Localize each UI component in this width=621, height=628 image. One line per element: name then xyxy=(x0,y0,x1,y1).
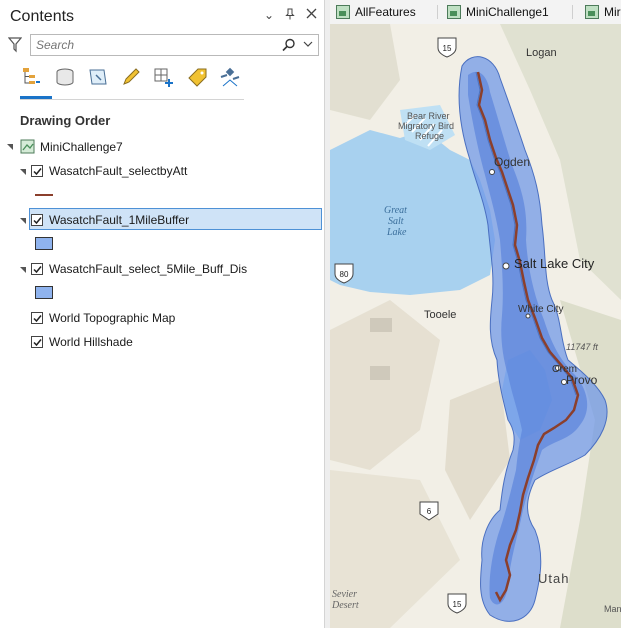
layer-visibility-checkbox[interactable] xyxy=(31,312,43,324)
layer-name[interactable]: WasatchFault_select_5Mile_Buff_Dis xyxy=(49,262,247,276)
toolbar-divider xyxy=(20,99,244,100)
layer-name[interactable]: WasatchFault_selectbyAtt xyxy=(49,164,187,178)
close-icon[interactable] xyxy=(304,8,318,22)
collapse-layer-triangle-icon[interactable] xyxy=(20,169,26,175)
label-provo: Provo xyxy=(566,373,598,387)
list-by-labeling-icon[interactable] xyxy=(185,64,209,90)
label-refuge: Refuge xyxy=(415,131,444,141)
layer-visibility-checkbox[interactable] xyxy=(31,263,43,275)
line-symbol-swatch[interactable] xyxy=(35,194,53,196)
search-box[interactable] xyxy=(30,34,319,56)
tab-truncated[interactable]: Mir xyxy=(585,0,621,24)
collapse-layer-triangle-icon[interactable] xyxy=(20,218,26,224)
label-logan: Logan xyxy=(526,47,557,59)
list-by-source-icon[interactable] xyxy=(53,64,77,90)
label-sevier: Sevier xyxy=(332,589,357,600)
map-canvas[interactable]: 15 80 6 15 Logan Bear River Migratory Bi… xyxy=(330,24,621,628)
contents-toolbar xyxy=(20,64,242,90)
label-man: Man xyxy=(604,604,621,614)
layer-visibility-checkbox[interactable] xyxy=(31,165,43,177)
polygon-symbol-swatch[interactable] xyxy=(35,237,53,250)
label-elevation: 11747 ft xyxy=(566,342,598,352)
collapse-layer-triangle-icon[interactable] xyxy=(20,267,26,273)
label-utah: Utah xyxy=(538,571,569,586)
drawing-order-heading: Drawing Order xyxy=(20,113,111,128)
label-great: Great xyxy=(384,205,407,216)
search-icon[interactable] xyxy=(282,38,296,55)
urban-area xyxy=(370,366,390,380)
list-by-perspective-imagery-icon[interactable] xyxy=(218,64,242,90)
svg-text:6: 6 xyxy=(427,507,432,516)
search-input[interactable] xyxy=(36,37,271,53)
list-by-selection-icon[interactable] xyxy=(86,64,110,90)
map-name[interactable]: MiniChallenge7 xyxy=(40,140,123,154)
label-salt: Salt xyxy=(388,216,404,227)
tab-label: Mir xyxy=(604,5,621,19)
search-options-chevron-icon[interactable] xyxy=(302,38,314,53)
tab-minichallenge1[interactable]: MiniChallenge1 xyxy=(447,0,549,24)
list-by-editing-icon[interactable] xyxy=(119,64,143,90)
label-desert: Desert xyxy=(331,600,359,611)
options-chevron-icon[interactable]: ⌄ xyxy=(262,8,276,22)
tab-separator xyxy=(437,5,438,19)
map-icon xyxy=(336,5,350,19)
filter-icon[interactable] xyxy=(7,37,23,56)
layer-visibility-checkbox[interactable] xyxy=(31,214,43,226)
collapse-map-triangle-icon[interactable] xyxy=(7,144,13,150)
layer-name[interactable]: WasatchFault_1MileBuffer xyxy=(49,213,189,227)
city-dot-slc xyxy=(502,262,510,270)
label-bear-river: Bear River xyxy=(407,111,450,121)
tab-separator xyxy=(572,5,573,19)
contents-pane: Contents ⌄ Search Drawing Order MiniChal… xyxy=(0,0,325,628)
layer-visibility-checkbox[interactable] xyxy=(31,336,43,348)
tab-label: MiniChallenge1 xyxy=(466,5,549,19)
pin-icon[interactable] xyxy=(283,8,297,22)
label-salt-lake-city: Salt Lake City xyxy=(514,256,595,271)
list-by-drawing-order-icon[interactable] xyxy=(20,64,44,90)
polygon-symbol-swatch[interactable] xyxy=(35,286,53,299)
map-view[interactable]: AllFeatures MiniChallenge1 Mir 15 80 6 1… xyxy=(330,0,621,628)
label-ogden: Ogden xyxy=(494,155,530,169)
layer-name[interactable]: World Topographic Map xyxy=(49,311,175,325)
svg-text:15: 15 xyxy=(453,600,462,609)
tab-allfeatures[interactable]: AllFeatures xyxy=(336,0,416,24)
svg-text:80: 80 xyxy=(340,270,349,279)
pane-title-buttons: ⌄ xyxy=(262,8,318,22)
pane-title: Contents xyxy=(10,8,75,25)
map-icon xyxy=(447,5,461,19)
list-by-snapping-icon[interactable] xyxy=(152,64,176,90)
map-icon xyxy=(585,5,599,19)
label-lake: Lake xyxy=(386,227,407,238)
svg-text:15: 15 xyxy=(443,44,452,53)
tab-label: AllFeatures xyxy=(355,5,416,19)
label-white-city: White City xyxy=(518,304,564,315)
layer-name[interactable]: World Hillshade xyxy=(49,335,133,349)
label-tooele: Tooele xyxy=(424,309,456,321)
map-tab-bar: AllFeatures MiniChallenge1 Mir xyxy=(330,0,621,25)
urban-area xyxy=(370,318,392,332)
city-dot-ogden xyxy=(489,169,495,175)
map-icon xyxy=(20,139,36,158)
label-migratory-bird: Migratory Bird xyxy=(398,121,454,131)
